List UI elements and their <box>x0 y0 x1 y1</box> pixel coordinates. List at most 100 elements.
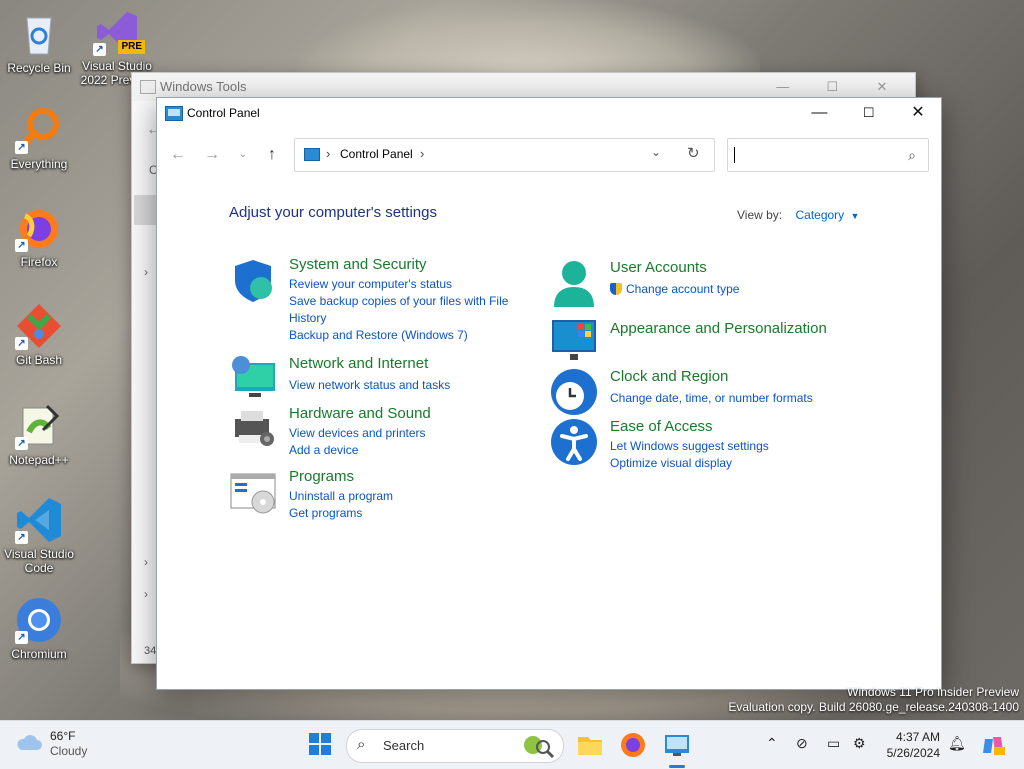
printer-icon[interactable] <box>229 405 277 453</box>
system-clock[interactable]: 4:37 AM 5/26/2024 <box>882 729 940 761</box>
address-bar[interactable]: › Control Panel › ⌄ ↻ <box>294 138 715 172</box>
desktop-icon-label: Firefox <box>20 255 58 269</box>
refresh-icon[interactable]: ↻ <box>687 144 700 162</box>
breadcrumb-chevron-icon[interactable]: › <box>420 146 424 161</box>
up-arrow-icon[interactable]: ↑ <box>261 144 283 166</box>
category-title[interactable]: Clock and Region <box>610 368 728 385</box>
control-panel-icon <box>304 148 320 161</box>
recent-locations-chevron-icon[interactable]: ⌄ <box>232 144 254 166</box>
taskbar-search-box[interactable]: ⌕ Search <box>346 729 564 763</box>
shield-icon[interactable] <box>229 256 277 304</box>
navigation-bar: ← → ⌄ ↑ › Control Panel › ⌄ ↻ ⌕ <box>157 136 941 174</box>
link-change-date-formats[interactable]: Change date, time, or number formats <box>610 390 850 407</box>
window-title: Control Panel <box>187 106 260 120</box>
weather-temperature: 66°F <box>50 729 76 743</box>
chevron-right-icon[interactable]: › <box>144 265 148 279</box>
clock-date: 5/26/2024 <box>886 746 940 760</box>
category-title[interactable]: Ease of Access <box>610 418 713 435</box>
desktop-icon-recycle-bin[interactable]: Recycle Bin <box>0 10 78 75</box>
network-globe-icon[interactable] <box>229 355 277 403</box>
show-hidden-icons-chevron-icon[interactable]: ⌃ <box>766 735 778 752</box>
control-panel-window[interactable]: Control Panel — ☐ ✕ ← → ⌄ ↑ › Control Pa… <box>156 97 942 690</box>
link-devices-printers[interactable]: View devices and printers <box>289 425 529 442</box>
windows-tools-title: Windows Tools <box>160 79 247 94</box>
category-title[interactable]: Network and Internet <box>289 355 428 372</box>
link-backup-restore[interactable]: Backup and Restore (Windows 7) <box>289 327 529 344</box>
forward-arrow-icon[interactable]: → <box>201 144 223 166</box>
firefox-icon: ↗ <box>15 204 63 252</box>
link-uninstall-program[interactable]: Uninstall a program <box>289 488 529 505</box>
link-text[interactable]: Change account type <box>626 282 739 296</box>
everything-icon: ↗ <box>15 106 63 154</box>
breadcrumb-chevron-icon[interactable]: › <box>326 146 330 161</box>
back-arrow-icon[interactable]: ← <box>167 144 189 166</box>
category-title[interactable]: User Accounts <box>610 259 707 276</box>
file-explorer-icon[interactable] <box>576 731 604 759</box>
copilot-icon[interactable] <box>981 733 1005 757</box>
control-panel-titlebar[interactable]: Control Panel — ☐ ✕ <box>157 98 941 128</box>
minimize-button[interactable]: — <box>796 98 842 128</box>
close-button[interactable]: ✕ <box>895 98 941 128</box>
user-icon[interactable] <box>550 259 598 307</box>
category-title[interactable]: Programs <box>289 468 354 485</box>
view-by: View by: Category ▼ <box>737 208 859 222</box>
selected-row <box>134 195 157 225</box>
desktop-icon-chromium[interactable]: ↗ Chromium <box>0 596 78 661</box>
language-icon[interactable]: ⚙ <box>853 735 866 752</box>
desktop-icon-label: Notepad++ <box>9 453 69 467</box>
notification-bell-icon[interactable]: 🔔︎ <box>948 735 966 752</box>
shortcut-arrow-icon: ↗ <box>15 337 28 350</box>
maximize-button[interactable]: ☐ <box>846 98 892 128</box>
view-by-dropdown[interactable]: Category <box>795 208 844 222</box>
programs-icon[interactable] <box>229 468 277 516</box>
dropdown-arrow-icon[interactable]: ▼ <box>851 211 860 221</box>
link-optimize-display[interactable]: Optimize visual display <box>610 455 850 472</box>
link-get-programs[interactable]: Get programs <box>289 505 529 522</box>
category-title[interactable]: Hardware and Sound <box>289 405 431 422</box>
cloud-icon <box>17 735 42 750</box>
address-dropdown-icon[interactable]: ⌄ <box>651 145 661 159</box>
taskbar-search-placeholder: Search <box>383 738 425 753</box>
shortcut-arrow-icon: ↗ <box>15 631 28 644</box>
clock-globe-icon[interactable] <box>550 368 598 416</box>
desktop-icon-git-bash[interactable]: ↗ Git Bash <box>0 302 78 367</box>
chevron-right-icon[interactable]: › <box>144 555 148 569</box>
desktop-icon-notepad-plus-plus[interactable]: ↗ Notepad++ <box>0 402 78 467</box>
monitor-icon[interactable] <box>550 316 598 364</box>
shortcut-arrow-icon: ↗ <box>15 239 28 252</box>
search-icon[interactable]: ⌕ <box>908 147 916 164</box>
display-icon[interactable]: ▭ <box>827 735 840 752</box>
weather-condition: Cloudy <box>50 744 88 758</box>
category-title[interactable]: Appearance and Personalization <box>610 320 827 337</box>
search-icon: ⌕ <box>357 736 366 753</box>
category-title[interactable]: System and Security <box>289 256 427 273</box>
clock-time: 4:37 AM <box>895 730 940 744</box>
watermark-line-2: Evaluation copy. Build 26080.ge_release.… <box>728 700 1019 714</box>
desktop-icon-firefox[interactable]: ↗ Firefox <box>0 204 78 269</box>
chevron-right-icon[interactable]: › <box>144 587 148 601</box>
desktop-icon-label: Everything <box>10 157 68 171</box>
network-disconnected-icon[interactable]: ⊘ <box>796 735 808 752</box>
desktop-icon-label: Visual Studio Code <box>4 547 74 575</box>
vscode-icon: ↗ <box>15 496 63 544</box>
start-button-windows-icon[interactable] <box>309 733 331 755</box>
search-box[interactable]: ⌕ <box>727 138 929 172</box>
recycle-bin-icon <box>15 10 63 58</box>
control-panel-taskbar-icon[interactable] <box>663 731 691 759</box>
desktop-icon-vscode[interactable]: ↗ Visual Studio Code <box>0 496 78 575</box>
link-network-status[interactable]: View network status and tasks <box>289 377 529 394</box>
accessibility-icon[interactable] <box>550 418 598 466</box>
firefox-taskbar-icon[interactable] <box>619 731 647 759</box>
breadcrumb-control-panel[interactable]: Control Panel <box>340 147 413 161</box>
link-suggest-settings[interactable]: Let Windows suggest settings <box>610 438 850 455</box>
link-review-status[interactable]: Review your computer's status <box>289 276 529 293</box>
desktop-icon-everything[interactable]: ↗ Everything <box>0 106 78 171</box>
windows-tools-nav-pane: ← O › › › 34 <box>132 101 162 663</box>
link-change-account-type[interactable]: Change account type <box>610 281 850 298</box>
desktop-icon-label: Git Bash <box>15 353 63 367</box>
link-file-history[interactable]: Save backup copies of your files with Fi… <box>289 293 529 327</box>
shortcut-arrow-icon: ↗ <box>93 43 106 56</box>
visual-studio-icon: PRE ↗ <box>93 8 145 56</box>
link-add-device[interactable]: Add a device <box>289 442 529 459</box>
evaluation-watermark: Windows 11 Pro Insider Preview Evaluatio… <box>728 685 1019 715</box>
